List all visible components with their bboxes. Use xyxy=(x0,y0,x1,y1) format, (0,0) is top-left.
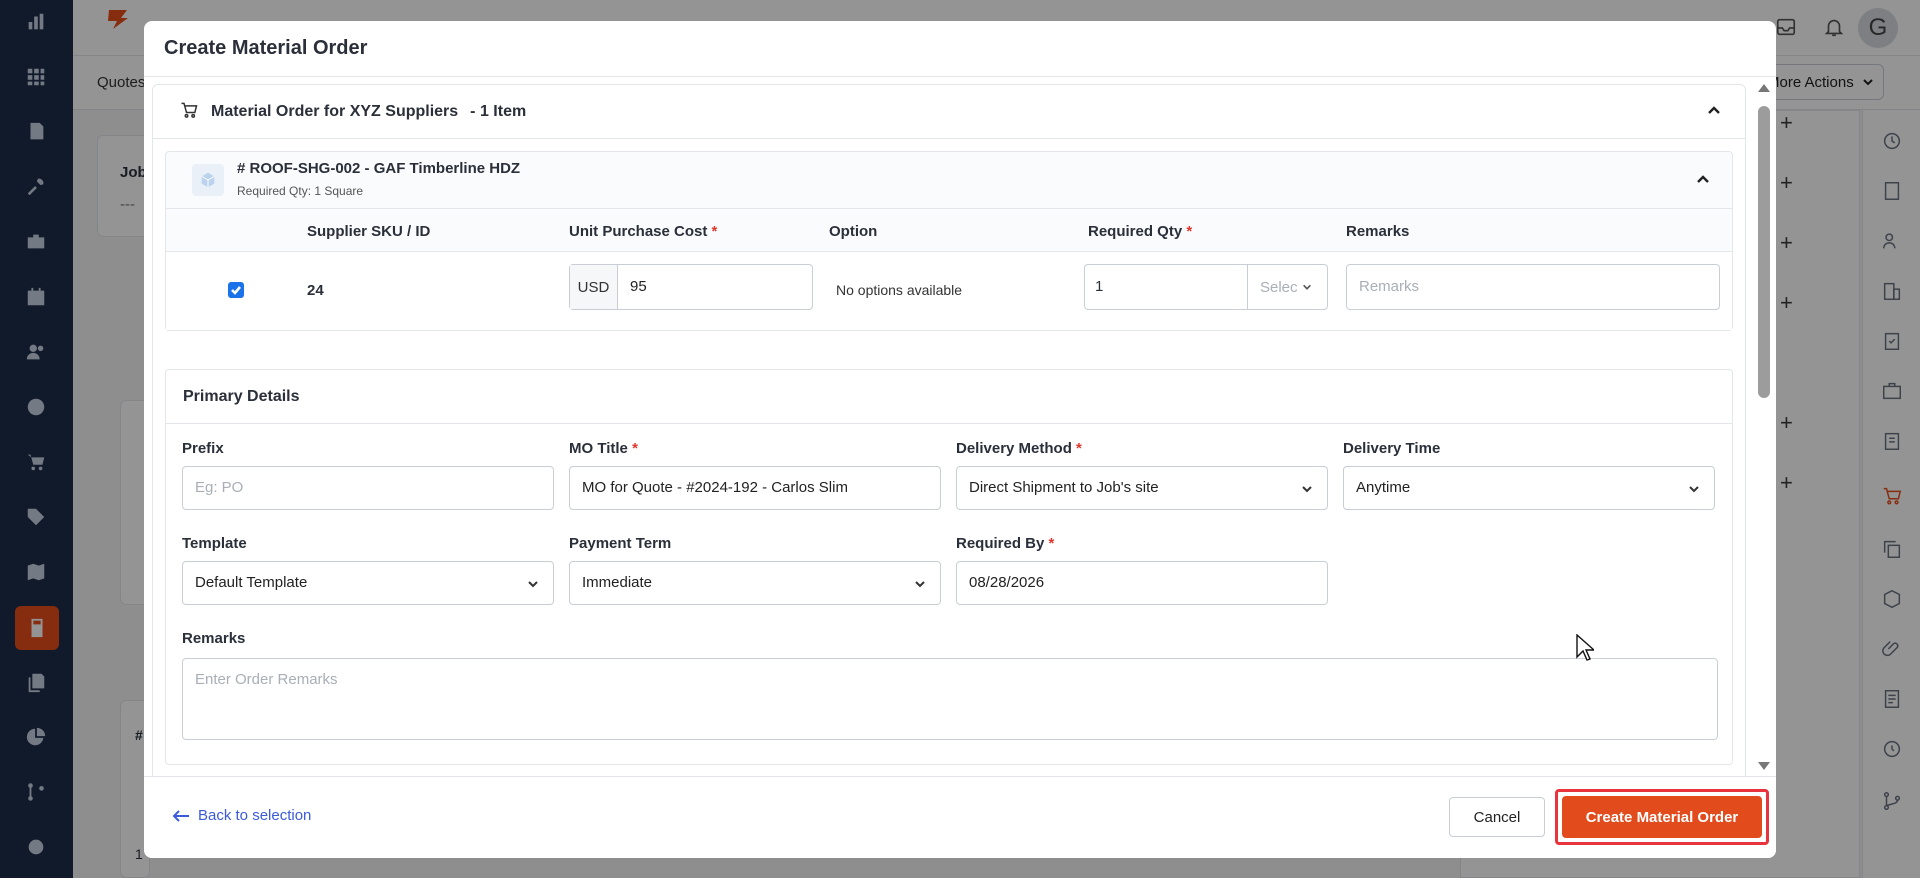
cancel-button[interactable]: Cancel xyxy=(1449,797,1545,837)
payment-term-select[interactable]: Immediate xyxy=(569,561,941,605)
line-item-card: # ROOF-SHG-002 - GAF Timberline HDZ Requ… xyxy=(165,151,1733,331)
col-required-qty: Required Qty * xyxy=(1088,223,1192,240)
order-remarks-textarea[interactable]: Enter Order Remarks xyxy=(182,658,1718,740)
col-required-qty-label: Required Qty xyxy=(1088,223,1183,240)
create-button-highlight: Create Material Order xyxy=(1555,789,1769,845)
create-material-order-button[interactable]: Create Material Order xyxy=(1562,796,1762,838)
col-option: Option xyxy=(829,223,878,240)
bg-add-icon-3: + xyxy=(1780,230,1793,255)
required-by-date-input[interactable]: 08/28/2026 xyxy=(956,561,1328,605)
required-by-label: Required By * xyxy=(956,535,1054,552)
option-value: No options available xyxy=(836,282,963,298)
modal-scrollbar[interactable] xyxy=(1754,78,1772,776)
required-marker: * xyxy=(1076,440,1082,457)
template-value: Default Template xyxy=(195,574,308,591)
supplier-card: Material Order for XYZ Suppliers - 1 Ite… xyxy=(152,84,1746,776)
delivery-time-label: Delivery Time xyxy=(1343,440,1441,457)
required-by-label-text: Required By xyxy=(956,535,1045,552)
scroll-up-arrow-icon[interactable] xyxy=(1758,84,1770,92)
scroll-down-arrow-icon[interactable] xyxy=(1758,762,1770,770)
supplier-header[interactable]: Material Order for XYZ Suppliers - 1 Ite… xyxy=(153,85,1745,139)
required-marker: * xyxy=(632,440,638,457)
back-to-selection-link[interactable]: Back to selection xyxy=(172,807,311,824)
line-item-required-qty: Required Qty: 1 Square xyxy=(237,184,364,198)
collapse-item-chevron-up-icon[interactable] xyxy=(1696,172,1710,186)
line-item-title: # ROOF-SHG-002 - GAF Timberline HDZ xyxy=(237,160,521,177)
col-remarks: Remarks xyxy=(1346,223,1410,240)
unit-select[interactable]: Selec xyxy=(1247,265,1327,309)
chevron-down-icon xyxy=(1301,482,1313,494)
item-remarks-input[interactable]: Remarks xyxy=(1346,264,1720,310)
modal-footer: Back to selection Cancel Create Material… xyxy=(144,776,1776,858)
delivery-time-select[interactable]: Anytime xyxy=(1343,466,1715,510)
line-item-header: # ROOF-SHG-002 - GAF Timberline HDZ Requ… xyxy=(166,152,1732,208)
delivery-method-label: Delivery Method * xyxy=(956,440,1082,457)
product-cube-icon xyxy=(192,164,224,196)
bg-add-icon-1: + xyxy=(1780,110,1793,135)
delivery-time-value: Anytime xyxy=(1356,479,1411,496)
order-remarks-label: Remarks xyxy=(182,630,246,647)
required-marker: * xyxy=(711,223,718,240)
mo-title-label: MO Title * xyxy=(569,440,638,457)
prefix-label: Prefix xyxy=(182,440,224,457)
unit-cost-input[interactable]: USD 95 xyxy=(569,264,813,310)
col-unit-cost-label: Unit Purchase Cost xyxy=(569,223,708,240)
mo-title-input[interactable]: MO for Quote - #2024-192 - Carlos Slim xyxy=(569,466,941,510)
chevron-down-icon xyxy=(1688,482,1700,494)
mo-title-label-text: MO Title xyxy=(569,440,628,457)
line-item-sku: 24 xyxy=(307,282,324,299)
required-qty-input[interactable]: 1 Selec xyxy=(1084,264,1328,310)
scrollbar-thumb[interactable] xyxy=(1758,106,1770,398)
bg-add-icon-2: + xyxy=(1780,170,1793,195)
col-sku: Supplier SKU / ID xyxy=(307,223,431,240)
delivery-method-label-text: Delivery Method xyxy=(956,440,1072,457)
bg-add-icon-5: + xyxy=(1780,410,1793,435)
prefix-input[interactable]: Eg: PO xyxy=(182,466,554,510)
template-label: Template xyxy=(182,535,247,552)
chevron-down-icon xyxy=(527,577,539,589)
currency-label: USD xyxy=(570,265,618,309)
unit-select-placeholder: Selec xyxy=(1260,278,1298,296)
required-marker: * xyxy=(1048,535,1055,552)
line-item-row: 24 USD 95 No options available 1 Selec R… xyxy=(166,252,1732,330)
payment-term-value: Immediate xyxy=(582,574,653,591)
chevron-down-icon xyxy=(1302,284,1311,290)
required-marker: * xyxy=(1186,223,1193,240)
checkmark-icon xyxy=(231,286,241,295)
mouse-cursor-icon xyxy=(1576,633,1596,662)
chevron-down-icon xyxy=(914,577,926,589)
modal-title: Create Material Order xyxy=(164,37,368,59)
primary-details-section: Primary Details Prefix Eg: PO MO Title *… xyxy=(165,369,1733,765)
supplier-item-count: - 1 Item xyxy=(470,102,527,120)
cart-icon xyxy=(179,100,199,124)
supplier-title: Material Order for XYZ Suppliers xyxy=(211,102,459,120)
bg-add-icon-4: + xyxy=(1780,290,1793,315)
modal-body: Material Order for XYZ Suppliers - 1 Ite… xyxy=(144,78,1776,776)
template-select[interactable]: Default Template xyxy=(182,561,554,605)
arrow-left-icon xyxy=(172,809,189,822)
delivery-method-select[interactable]: Direct Shipment to Job's site xyxy=(956,466,1328,510)
back-to-selection-label: Back to selection xyxy=(198,807,312,824)
unit-cost-value: 95 xyxy=(630,278,647,295)
col-unit-cost: Unit Purchase Cost * xyxy=(569,223,717,240)
payment-term-label: Payment Term xyxy=(569,535,672,552)
delivery-method-value: Direct Shipment to Job's site xyxy=(969,479,1159,496)
modal-header: Create Material Order xyxy=(144,21,1776,77)
required-qty-value: 1 xyxy=(1095,278,1104,295)
bg-add-icon-6: + xyxy=(1780,470,1793,495)
primary-details-title: Primary Details xyxy=(166,370,1732,424)
line-item-table-header: Supplier SKU / ID Unit Purchase Cost * O… xyxy=(166,208,1732,252)
create-material-order-modal: Create Material Order Material Order for… xyxy=(144,21,1776,858)
line-item-checkbox[interactable] xyxy=(228,282,244,298)
collapse-supplier-chevron-up-icon[interactable] xyxy=(1707,103,1721,117)
